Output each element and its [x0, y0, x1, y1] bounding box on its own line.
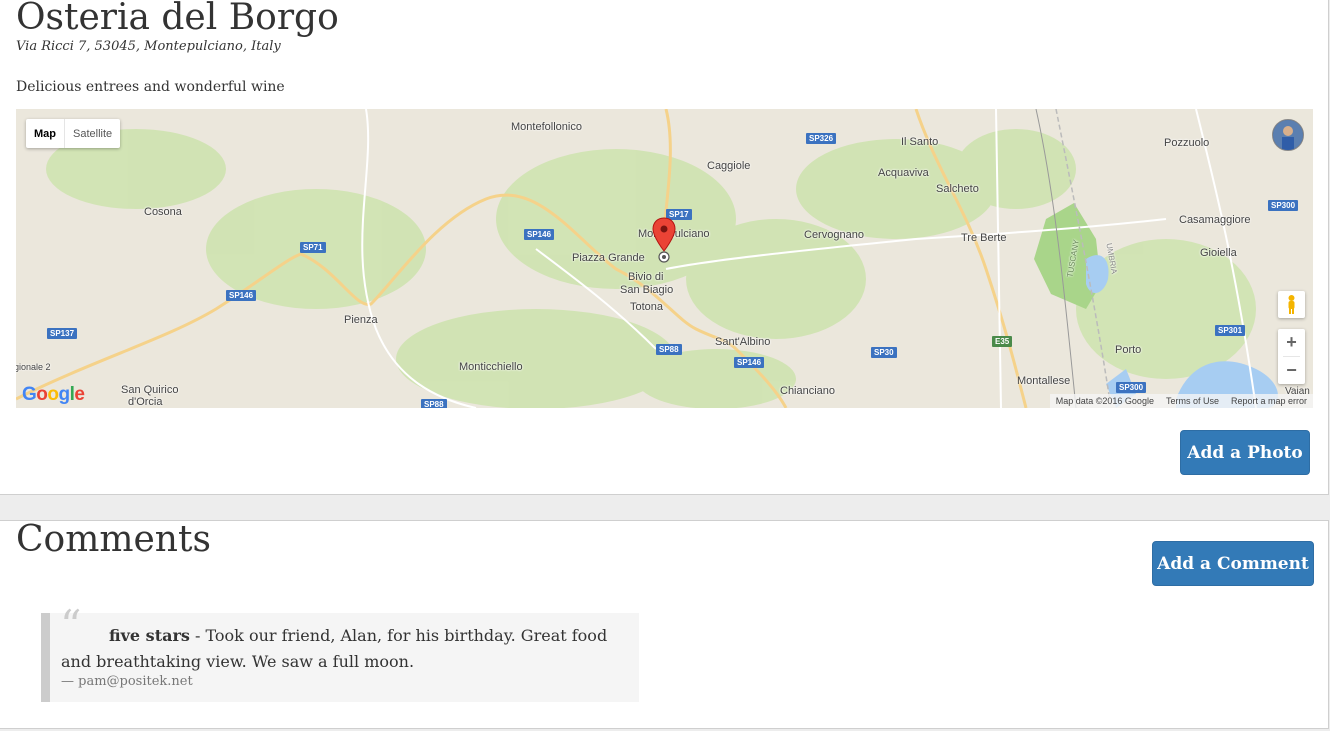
map-place-label: Chianciano	[780, 385, 836, 397]
road-badge: SP137	[47, 328, 78, 339]
restaurant-description: Delicious entrees and wonderful wine	[16, 79, 285, 95]
street-view-pegman[interactable]	[1278, 291, 1305, 318]
map-place-label: Tre Berte	[961, 232, 1007, 244]
google-logo: Google	[22, 384, 85, 405]
road-badge: SP71	[300, 242, 326, 253]
restaurant-poi-icon	[658, 251, 670, 263]
road-badge: SP88	[656, 344, 682, 355]
report-map-error-link[interactable]: Report a map error	[1231, 396, 1307, 406]
map-place-label: Monticchiello	[459, 361, 523, 373]
map-attribution: Map data ©2016 Google Terms of Use Repor…	[1049, 394, 1313, 408]
map-type-map-button[interactable]: Map	[26, 119, 65, 148]
map-place-label: Il Santo	[901, 136, 939, 148]
restaurant-name: Osteria del Borgo	[16, 0, 339, 38]
road-badge: SP30	[871, 347, 897, 358]
map-type-satellite-button[interactable]: Satellite	[65, 119, 120, 148]
map-place-label: Gioiella	[1200, 247, 1237, 259]
road-badge: SP301	[1215, 325, 1246, 336]
map-place-label: gionale 2	[16, 362, 51, 372]
comment-author: — pam@positek.net	[61, 674, 193, 689]
map-place-label: San Biagio	[620, 284, 674, 296]
map-place-label: Bivio di	[628, 271, 664, 283]
pegman-icon	[1288, 295, 1295, 314]
map-place-label: Salcheto	[936, 183, 979, 195]
map-place-label: Pozzuolo	[1164, 137, 1210, 149]
restaurant-card: Osteria del Borgo Via Ricci 7, 53045, Mo…	[0, 0, 1329, 495]
map-data-credit: Map data ©2016 Google	[1055, 396, 1154, 406]
add-comment-button[interactable]: Add a Comment	[1152, 541, 1314, 586]
map-place-label: Sant'Albino	[715, 336, 771, 348]
road-badge: SP146	[226, 290, 257, 301]
zoom-in-button[interactable]: +	[1278, 329, 1305, 356]
comments-heading: Comments	[16, 519, 211, 560]
road-badge: SP146	[734, 357, 765, 368]
map-place-label: Montallese	[1017, 375, 1071, 387]
add-photo-button[interactable]: Add a Photo	[1180, 430, 1310, 475]
map-place-label: Porto	[1115, 344, 1142, 356]
user-avatar-icon	[1273, 120, 1303, 150]
road-badge: SP300	[1268, 200, 1299, 211]
zoom-control: + −	[1278, 329, 1305, 384]
road-badge: E35	[992, 336, 1013, 347]
map-place-label: Pienza	[344, 314, 378, 326]
map-place-label: Montefollonico	[511, 121, 582, 133]
map-place-label: d'Orcia	[128, 396, 163, 408]
comment-rating: five stars	[109, 626, 190, 645]
map-place-label: Cervognano	[804, 229, 864, 241]
road-badge: SP300	[1116, 382, 1147, 393]
map-place-label: Acquaviva	[878, 167, 929, 179]
location-map[interactable]: Map Satellite Montefollonico Caggiole Il…	[16, 109, 1313, 408]
road-badge: SP146	[524, 229, 555, 240]
terms-of-use-link[interactable]: Terms of Use	[1166, 396, 1219, 406]
map-place-label: Casamaggiore	[1179, 214, 1251, 226]
comment-body: five stars - Took our friend, Alan, for …	[61, 623, 631, 675]
location-marker-icon[interactable]	[652, 217, 676, 253]
map-place-label: Totona	[630, 301, 664, 313]
map-place-label: Caggiole	[707, 160, 751, 172]
map-place-label: Cosona	[144, 206, 182, 218]
map-place-label: San Quirico	[121, 384, 179, 396]
map-type-control: Map Satellite	[26, 119, 121, 148]
comment-item: “ five stars - Took our friend, Alan, fo…	[41, 605, 639, 702]
road-badge: SP326	[806, 133, 837, 144]
comments-card: Comments Add a Comment “ five stars - To…	[0, 519, 1329, 729]
avatar[interactable]	[1272, 119, 1304, 151]
map-place-label: Piazza Grande	[572, 252, 645, 264]
zoom-out-button[interactable]: −	[1278, 357, 1305, 384]
restaurant-address: Via Ricci 7, 53045, Montepulciano, Italy	[16, 39, 281, 54]
road-badge: SP88	[421, 399, 447, 408]
